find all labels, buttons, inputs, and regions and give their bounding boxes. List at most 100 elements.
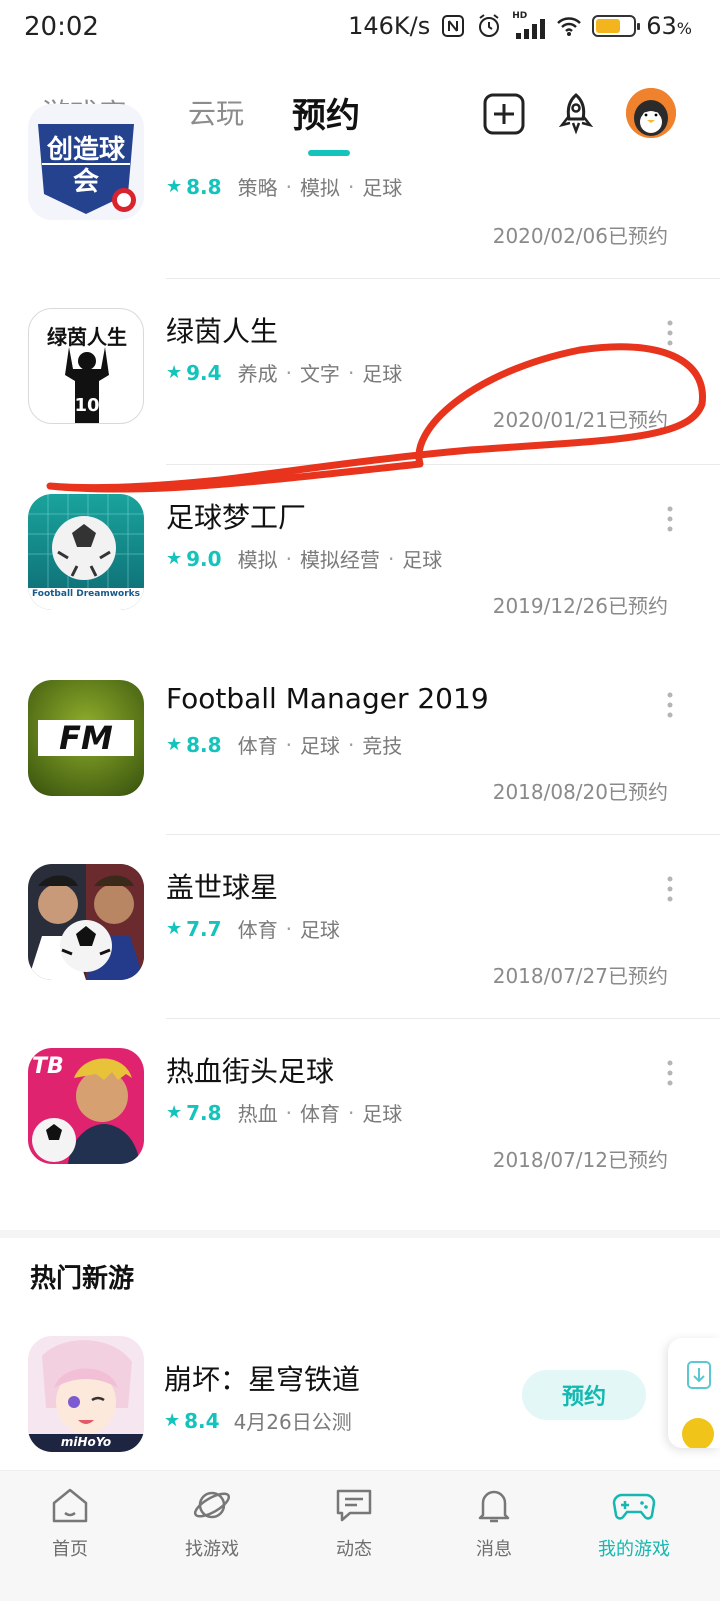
game-icon: miHoYo — [28, 1336, 144, 1452]
home-icon — [52, 1488, 88, 1523]
list-item[interactable]: FM Football Manager 2019 ★ 8.8 体育 · 足球 · 竞… — [0, 652, 720, 838]
reserved-date: 2018/08/20已预约 — [492, 780, 668, 804]
game-title: Football Manager 2019 — [166, 682, 489, 715]
tag: 足球 — [362, 362, 403, 386]
rating: 7.8 — [186, 1100, 222, 1125]
bottom-nav: 首页 找游戏 动态 消息 我的游戏 — [0, 1470, 720, 1601]
penguin-avatar-icon — [626, 88, 676, 138]
status-icons: 146K/s HD 63% — [348, 11, 692, 40]
tag: 模拟 — [237, 548, 278, 572]
list-item[interactable]: TB 热血街头足球 ★ 7.8 热血 · 体育 · 足球 2018/07/12已预约 — [0, 1020, 720, 1206]
launch-date: 4月26日公测 — [233, 1410, 352, 1434]
bell-icon — [478, 1490, 510, 1523]
game-meta: ★ 9.4 养成 · 文字 · 足球 — [166, 358, 410, 387]
list-item[interactable]: 绿茵人生 10 绿茵人生 ★ 9.4 养成 · 文字 · 足球 2020/01/21… — [0, 280, 720, 466]
game-meta: ★ 8.4 4月26日公测 — [164, 1406, 352, 1435]
more-options-icon[interactable] — [664, 876, 676, 902]
tab-active-indicator — [308, 150, 350, 156]
tag: 体育 — [299, 1102, 340, 1126]
status-time: 20:02 — [24, 12, 99, 42]
nfc-icon — [442, 15, 465, 37]
reserved-date: 2019/12/26已预约 — [492, 594, 668, 618]
tag: 足球 — [402, 548, 443, 572]
game-icon: 创造球会 — [28, 104, 144, 220]
reserve-button[interactable]: 预约 — [522, 1370, 646, 1420]
star-icon: ★ — [164, 1410, 181, 1431]
nav-label: 消息 — [476, 1539, 512, 1560]
hot-game-item[interactable]: miHoYo 崩坏：星穹铁道 ★ 8.4 4月26日公测 预约 — [0, 1330, 720, 1470]
tag: 竞技 — [362, 734, 403, 758]
network-speed: 146K/s — [348, 12, 431, 40]
nav-label: 动态 — [336, 1539, 372, 1560]
nav-my-games[interactable]: 我的游戏 — [574, 1483, 694, 1561]
nav-label: 找游戏 — [185, 1539, 239, 1560]
more-options-icon[interactable] — [664, 506, 676, 532]
more-options-icon[interactable] — [664, 692, 676, 718]
rating: 7.7 — [186, 916, 222, 941]
rating: 9.0 — [186, 546, 222, 571]
tag: 热血 — [237, 1102, 278, 1126]
star-icon: ★ — [166, 734, 183, 755]
reserved-date: 2020/02/06已预约 — [492, 224, 668, 248]
game-meta: ★ 8.8 策略 · 模拟 · 足球 — [166, 172, 410, 201]
jersey-number: 10 — [74, 395, 100, 416]
game-meta: ★ 9.0 模拟 · 模拟经营 · 足球 — [166, 544, 450, 573]
more-options-icon[interactable] — [664, 1060, 676, 1086]
rating: 8.4 — [184, 1408, 220, 1433]
star-icon: ★ — [166, 918, 183, 939]
avatar[interactable] — [626, 88, 676, 138]
rating: 8.8 — [186, 174, 222, 199]
icon-text: FM — [59, 719, 113, 757]
status-bar: 20:02 146K/s HD 63% — [0, 0, 720, 60]
tag: 文字 — [299, 362, 340, 386]
tag: 模拟经营 — [299, 548, 380, 572]
reserved-date: 2018/07/27已预约 — [492, 964, 668, 988]
game-icon — [28, 864, 144, 980]
divider — [166, 834, 720, 835]
icon-text: 绿茵人生 — [47, 325, 127, 349]
tag: 足球 — [362, 176, 403, 200]
tag: 体育 — [237, 734, 278, 758]
divider — [166, 1018, 720, 1019]
tab-reservations[interactable]: 预约 — [292, 88, 360, 137]
list-item[interactable]: 创造球会 ★ 8.8 策略 · 模拟 · 足球 2020/02/06已预约 — [0, 104, 720, 280]
star-icon: ★ — [166, 548, 183, 569]
icon-text: TB — [32, 1054, 64, 1079]
list-item[interactable]: 盖世球星 ★ 7.7 体育 · 足球 2018/07/27已预约 — [0, 836, 720, 1022]
alarm-icon — [479, 14, 500, 37]
game-title: 崩坏：星穹铁道 — [164, 1363, 361, 1396]
nav-messages[interactable]: 消息 — [434, 1483, 554, 1561]
rating: 9.4 — [186, 360, 222, 385]
tag: 策略 — [237, 176, 278, 200]
tag: 模拟 — [299, 176, 340, 200]
game-meta: ★ 8.8 体育 · 足球 · 竞技 — [166, 730, 410, 759]
nav-feed[interactable]: 动态 — [294, 1483, 414, 1561]
game-title: 盖世球星 — [166, 871, 279, 904]
more-options-icon[interactable] — [664, 320, 676, 346]
section-title-hot-games: 热门新游 — [30, 1264, 135, 1294]
game-title: 热血街头足球 — [166, 1055, 335, 1088]
divider — [166, 278, 720, 279]
nav-home[interactable]: 首页 — [10, 1483, 130, 1561]
gamepad-icon — [612, 1493, 656, 1520]
battery-percent: 63% — [646, 12, 692, 40]
tab-cloud-play[interactable]: 云玩 — [188, 92, 244, 132]
section-separator — [0, 1230, 720, 1238]
nav-find-games[interactable]: 找游戏 — [152, 1483, 272, 1561]
game-icon: FM — [28, 680, 144, 796]
tag: 足球 — [299, 918, 340, 942]
list-item[interactable]: Football Dreamworks 足球梦工厂 ★ 9.0 模拟 · 模拟经营… — [0, 466, 720, 652]
star-icon: ★ — [166, 1102, 183, 1123]
game-meta: ★ 7.7 体育 · 足球 — [166, 914, 348, 943]
floating-download-card[interactable] — [668, 1338, 720, 1448]
game-title: 绿茵人生 — [166, 315, 279, 348]
wifi-icon — [557, 17, 582, 36]
game-icon: 绿茵人生 10 — [28, 308, 144, 424]
add-icon[interactable] — [482, 92, 526, 136]
tag: 体育 — [237, 918, 278, 942]
tag: 养成 — [237, 362, 278, 386]
rocket-icon[interactable] — [554, 92, 598, 136]
star-icon: ★ — [166, 176, 183, 197]
icon-text: miHoYo — [60, 1435, 112, 1449]
reserved-date: 2020/01/21已预约 — [492, 408, 668, 432]
